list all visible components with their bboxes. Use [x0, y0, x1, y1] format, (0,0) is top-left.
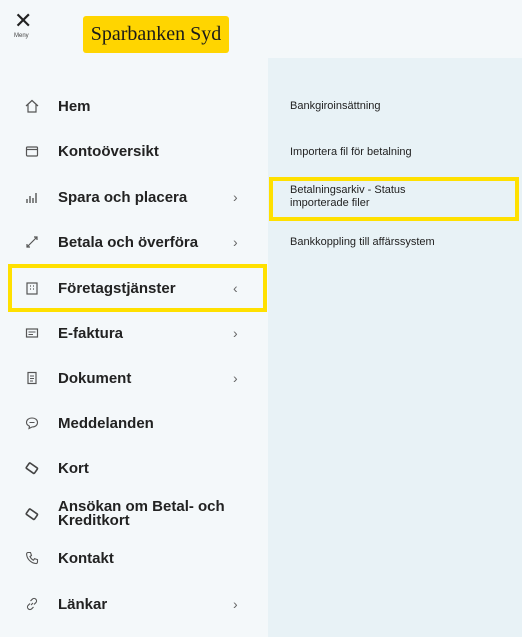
submenu-panel: [268, 58, 522, 637]
nav-label: Hem: [58, 97, 91, 115]
menu-close-button[interactable]: ✕ Meny: [14, 10, 50, 52]
highlight-betalningsarkiv: [269, 177, 519, 221]
nav-item-hem[interactable]: Hem: [12, 86, 264, 126]
nav-item-kontooversikt[interactable]: Kontoöversikt: [12, 131, 264, 171]
card-icon: [22, 504, 42, 524]
top-bar: ✕ Meny Sparbanken Syd: [0, 0, 522, 58]
message-icon: [22, 413, 42, 433]
wallet-icon: [22, 141, 42, 161]
chevron-right-icon: ›: [233, 234, 238, 250]
chevron-right-icon: ›: [233, 189, 238, 205]
nav-item-kort[interactable]: Kort: [12, 448, 264, 488]
nav-label: Kontoöversikt: [58, 142, 159, 160]
chevron-right-icon: ›: [233, 325, 238, 341]
phone-icon: [22, 548, 42, 568]
nav-label: Spara och placera: [58, 188, 188, 206]
nav-label: Dokument: [58, 369, 132, 387]
card-icon: [22, 458, 42, 478]
nav-item-e-faktura[interactable]: E-faktura ›: [12, 313, 264, 353]
nav-item-lankar[interactable]: Länkar ›: [12, 584, 264, 624]
nav-item-spara-och-placera[interactable]: Spara och placera ›: [12, 177, 264, 217]
nav-label: Kontakt: [58, 549, 114, 567]
nav-label: Betala och överföra: [58, 233, 199, 251]
nav-item-dokument[interactable]: Dokument ›: [12, 358, 264, 398]
nav-item-meddelanden[interactable]: Meddelanden: [12, 403, 264, 443]
chevron-right-icon: ›: [233, 596, 238, 612]
logo-text: Sparbanken Syd: [90, 23, 222, 45]
chevron-right-icon: ›: [233, 370, 238, 386]
home-icon: [22, 96, 42, 116]
transfer-icon: [22, 232, 42, 252]
chart-icon: [22, 187, 42, 207]
nav-label: Länkar: [58, 595, 108, 613]
nav-item-betala-och-overfora[interactable]: Betala och överföra ›: [12, 222, 264, 262]
link-icon: [22, 594, 42, 614]
submenu-item-bankkoppling[interactable]: Bankkoppling till affärssystem: [290, 236, 435, 249]
nav-label: Kort: [58, 459, 89, 477]
brand-logo[interactable]: Sparbanken Syd: [83, 16, 229, 53]
nav-label: Meddelanden: [58, 414, 154, 432]
submenu-item-bankgiroinsattning[interactable]: Bankgiroinsättning: [290, 100, 381, 113]
document-icon: [22, 368, 42, 388]
submenu-item-importera-fil[interactable]: Importera fil för betalning: [290, 146, 412, 159]
menu-label: Meny: [14, 33, 29, 39]
nav-label: Ansökan om Betal- och Kreditkort: [58, 498, 225, 529]
close-icon: ✕: [14, 8, 33, 33]
highlight-foretagstjanster: [8, 264, 267, 312]
nav-label: E-faktura: [58, 324, 124, 342]
invoice-icon: [22, 323, 42, 343]
nav-item-kontakt[interactable]: Kontakt: [12, 538, 264, 578]
nav-item-ansokan-kort[interactable]: Ansökan om Betal- och Kreditkort: [12, 493, 264, 535]
